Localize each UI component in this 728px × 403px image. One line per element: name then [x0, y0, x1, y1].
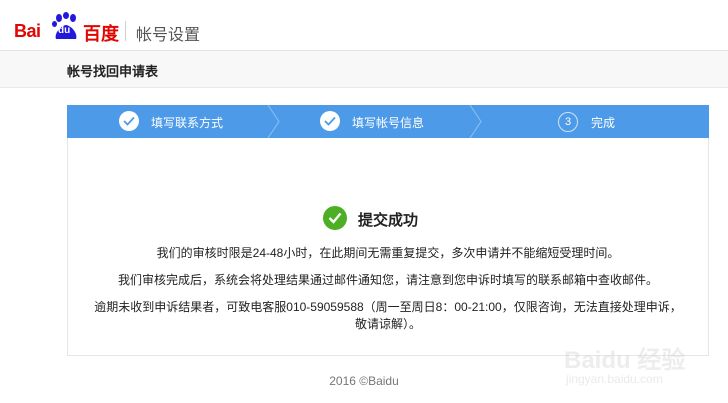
step-2: 填写帐号信息	[281, 105, 471, 138]
step-separator-icon	[267, 105, 280, 138]
logo-du-text: du	[58, 25, 71, 36]
step-label: 填写帐号信息	[352, 116, 425, 130]
review-time-text: 我们的审核时限是24-48小时，在此期间无需重复提交，多次申请并不能缩短受理时间…	[156, 246, 620, 260]
check-icon	[119, 111, 139, 131]
page-title: 帐号设置	[136, 27, 201, 44]
watermark-url: jingyan.baidu.com	[566, 372, 663, 386]
form-title: 帐号找回申请表	[67, 64, 159, 79]
top-header: Bai du 百度 帐号设置	[0, 0, 728, 51]
progress-steps: 填写联系方式 填写帐号信息 3 完成	[67, 105, 709, 138]
success-title: 提交成功	[358, 212, 419, 229]
step-number: 3	[558, 112, 578, 132]
watermark: Baidu 经验 jingyan.baidu.com	[564, 340, 724, 400]
logo-bai-text: Bai	[14, 21, 41, 41]
logo-chinese-text: 百度	[83, 24, 119, 45]
hotline-text: 逾期未收到申诉结果者，可致电客服010-59059588（周一至周日8：00-2…	[94, 300, 682, 314]
step-label: 完成	[591, 116, 616, 130]
step-label: 填写联系方式	[151, 116, 224, 130]
step-separator-icon	[469, 105, 482, 138]
success-check-icon	[323, 206, 347, 230]
hotline-text-continued: 敬请谅解）。	[354, 317, 421, 331]
sub-header: 帐号找回申请表	[0, 51, 728, 88]
step-1: 填写联系方式	[67, 105, 268, 138]
header-divider	[125, 21, 126, 41]
watermark-text: Baidu 经验	[564, 347, 686, 374]
check-icon	[320, 111, 340, 131]
email-notice-text: 我们审核完成后，系统会将处理结果通过邮件通知您，请注意到您申诉时填写的联系邮箱中…	[117, 273, 658, 287]
step-3: 3 完成	[483, 105, 709, 138]
